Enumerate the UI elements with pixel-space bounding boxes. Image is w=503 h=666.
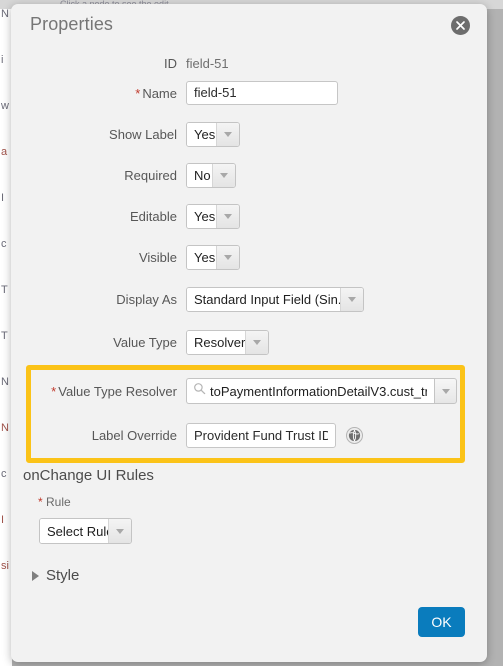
value-type-dropdown[interactable]: Resolver	[186, 330, 269, 355]
select-rule-dropdown[interactable]: Select Rule	[39, 518, 132, 544]
close-icon[interactable]	[451, 16, 470, 35]
value-type-resolver-field[interactable]: toPaymentInformationDetailV3.cust_trustI…	[186, 378, 457, 404]
name-input[interactable]	[186, 81, 338, 105]
value-type-resolver-label: * Value Type Resolver	[11, 384, 186, 399]
chevron-down-icon[interactable]	[340, 288, 363, 311]
required-asterisk: *	[38, 495, 43, 509]
value-type-value: Resolver	[187, 331, 245, 354]
chevron-right-icon	[32, 570, 39, 581]
page-title: Properties	[30, 14, 114, 34]
value-type-label: Value Type	[113, 335, 177, 350]
ok-button[interactable]: OK	[418, 607, 465, 637]
chevron-down-icon[interactable]	[212, 164, 235, 187]
rule-label: * Rule	[38, 495, 71, 509]
label-override-input[interactable]	[186, 423, 336, 448]
field-row-editable: Editable Yes	[11, 204, 240, 229]
display-as-dropdown[interactable]: Standard Input Field (Sin...	[186, 287, 364, 312]
field-row-id: ID field-51	[11, 56, 229, 71]
display-as-label: Display As	[116, 292, 177, 307]
onchange-ui-rules-heading: onChange UI Rules	[23, 467, 154, 484]
chevron-down-icon[interactable]	[245, 331, 268, 354]
show-label-value: Yes	[187, 123, 216, 146]
dialog-body: ID field-51 *Name Show Label Yes Require…	[11, 48, 487, 662]
field-row-show-label: Show Label Yes	[11, 122, 240, 147]
id-value: field-51	[186, 56, 229, 71]
select-rule-value: Select Rule	[40, 519, 108, 543]
field-row-name: * Name	[11, 81, 338, 105]
rule-label-text: Rule	[46, 495, 71, 509]
chevron-down-icon[interactable]	[434, 378, 457, 404]
value-type-resolver-value: toPaymentInformationDetailV3.cust_trustI…	[210, 383, 427, 399]
globe-icon[interactable]	[345, 426, 364, 445]
required-dropdown[interactable]: No	[186, 163, 236, 188]
name-label-text: Name	[142, 85, 177, 101]
value-type-resolver-label-text: Value Type Resolver	[58, 383, 177, 399]
editable-label: Editable	[130, 209, 177, 224]
search-icon	[193, 382, 206, 400]
required-label: Required	[124, 168, 177, 183]
id-label: ID	[164, 56, 177, 71]
name-label: * Name	[11, 86, 186, 101]
required-value: No	[187, 164, 212, 187]
chevron-down-icon[interactable]	[216, 246, 239, 269]
field-row-value-type: Value Type Resolver	[11, 330, 269, 355]
show-label-label: Show Label	[109, 127, 177, 142]
value-type-resolver-input[interactable]: toPaymentInformationDetailV3.cust_trustI…	[186, 378, 434, 404]
chevron-down-icon[interactable]	[216, 205, 239, 228]
field-row-value-type-resolver: * Value Type Resolver toPaymentInformatio…	[11, 378, 457, 404]
visible-label: Visible	[138, 250, 177, 265]
field-row-display-as: Display As Standard Input Field (Sin...	[11, 287, 364, 312]
editable-value: Yes	[187, 205, 216, 228]
style-section-label: Style	[46, 567, 80, 584]
field-row-visible: Visible Yes	[11, 245, 240, 270]
visible-dropdown[interactable]: Yes	[186, 245, 240, 270]
visible-value: Yes	[187, 246, 216, 269]
chevron-down-icon[interactable]	[108, 519, 131, 543]
dialog-header: Properties	[11, 4, 487, 48]
style-section-toggle[interactable]: Style	[32, 567, 79, 584]
field-row-label-override: Label Override	[11, 423, 364, 448]
display-as-value: Standard Input Field (Sin...	[187, 288, 340, 311]
label-override-label: Label Override	[91, 428, 177, 443]
chevron-down-icon[interactable]	[216, 123, 239, 146]
show-label-dropdown[interactable]: Yes	[186, 122, 240, 147]
editable-dropdown[interactable]: Yes	[186, 204, 240, 229]
properties-dialog: Properties ID field-51 *Name Show Label …	[11, 4, 487, 662]
field-row-required: Required No	[11, 163, 236, 188]
